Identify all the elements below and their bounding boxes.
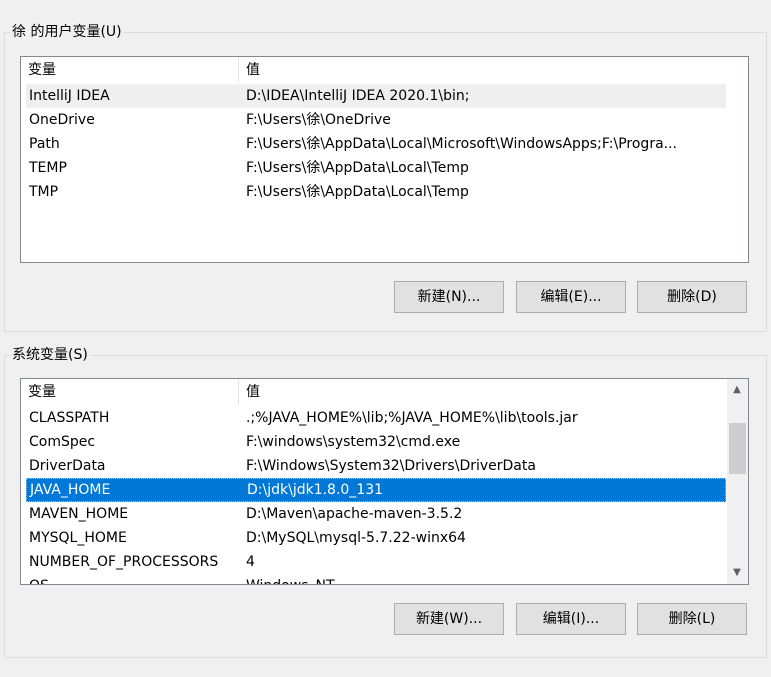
system-edit-button[interactable]: 编辑(I)... (516, 603, 626, 635)
table-row[interactable]: IntelliJ IDEA D:\IDEA\IntelliJ IDEA 2020… (26, 84, 726, 108)
row-name: TEMP (29, 160, 67, 176)
row-value: Windows_NT (243, 574, 726, 584)
row-value: D:\MySQL\mysql-5.7.22-winx64 (246, 530, 466, 546)
row-value: D:\Maven\apache-maven-3.5.2 (246, 506, 463, 522)
row-name: MAVEN_HOME (29, 506, 129, 522)
scroll-up-icon[interactable]: ▲ (727, 380, 747, 400)
row-value: D:\jdk\jdk1.8.0_131 (247, 482, 384, 498)
column-header-variable[interactable]: 变量 (21, 379, 239, 405)
row-name: JAVA_HOME (30, 482, 111, 498)
list-header: 变量 值 (21, 379, 725, 405)
table-row[interactable]: ComSpec F:\windows\system32\cmd.exe (26, 430, 726, 454)
table-row[interactable]: Path F:\Users\徐\AppData\Local\Microsoft\… (26, 132, 726, 156)
row-name: ComSpec (29, 434, 96, 450)
table-row[interactable]: CLASSPATH .;%JAVA_HOME%\lib;%JAVA_HOME%\… (26, 406, 726, 430)
user-edit-button[interactable]: 编辑(E)... (516, 281, 626, 313)
row-value: .;%JAVA_HOME%\lib;%JAVA_HOME%\lib\tools.… (246, 410, 578, 426)
row-value: F:\windows\system32\cmd.exe (246, 434, 461, 450)
table-row[interactable]: TMP F:\Users\徐\AppData\Local\Temp (26, 180, 726, 204)
row-value: D:\IDEA\IntelliJ IDEA 2020.1\bin; (246, 88, 470, 104)
row-name: IntelliJ IDEA (29, 88, 110, 104)
row-value: 4 (246, 554, 255, 570)
user-variables-title: 徐 的用户变量(U) (10, 23, 124, 41)
row-value: F:\Users\徐\AppData\Local\Temp (246, 184, 469, 200)
list-header: 变量 值 (21, 57, 725, 83)
row-name: OneDrive (29, 112, 95, 128)
user-delete-button[interactable]: 删除(D) (637, 281, 747, 313)
vertical-scrollbar[interactable]: ▲ ▼ (727, 379, 748, 584)
row-name: MYSQL_HOME (29, 530, 127, 546)
scrollbar-thumb[interactable] (729, 423, 746, 474)
row-name: CLASSPATH (29, 410, 110, 426)
table-row-selected[interactable]: JAVA_HOME D:\jdk\jdk1.8.0_131 (26, 478, 726, 502)
column-header-variable[interactable]: 变量 (21, 57, 239, 83)
row-name: DriverData (29, 458, 106, 474)
table-row[interactable]: MYSQL_HOME D:\MySQL\mysql-5.7.22-winx64 (26, 526, 726, 550)
user-variables-list[interactable]: 变量 值 IntelliJ IDEA D:\IDEA\IntelliJ IDEA… (20, 56, 749, 263)
row-value: F:\Users\徐\OneDrive (246, 112, 391, 128)
row-name: TMP (29, 184, 59, 200)
row-name: NUMBER_OF_PROCESSORS (29, 554, 219, 570)
scroll-down-icon[interactable]: ▼ (727, 563, 747, 583)
table-row[interactable]: OS Windows_NT (26, 574, 726, 584)
row-name: Path (29, 136, 60, 152)
system-new-button[interactable]: 新建(W)... (394, 603, 504, 635)
row-value: F:\Windows\System32\Drivers\DriverData (246, 458, 536, 474)
user-new-button[interactable]: 新建(N)... (394, 281, 504, 313)
system-variables-list[interactable]: 变量 值 CLASSPATH .;%JAVA_HOME%\lib;%JAVA_H… (20, 378, 749, 585)
table-row[interactable]: DriverData F:\Windows\System32\Drivers\D… (26, 454, 726, 478)
column-header-value[interactable]: 值 (239, 379, 725, 405)
table-row[interactable]: OneDrive F:\Users\徐\OneDrive (26, 108, 726, 132)
table-row[interactable]: NUMBER_OF_PROCESSORS 4 (26, 550, 726, 574)
table-row[interactable]: TEMP F:\Users\徐\AppData\Local\Temp (26, 156, 726, 180)
row-name: OS (26, 574, 243, 584)
row-value: F:\Users\徐\AppData\Local\Temp (246, 160, 469, 176)
table-row[interactable]: MAVEN_HOME D:\Maven\apache-maven-3.5.2 (26, 502, 726, 526)
system-delete-button[interactable]: 删除(L) (637, 603, 747, 635)
system-variables-title: 系统变量(S) (10, 346, 90, 364)
column-header-value[interactable]: 值 (239, 57, 725, 83)
row-value: F:\Users\徐\AppData\Local\Microsoft\Windo… (246, 136, 677, 152)
